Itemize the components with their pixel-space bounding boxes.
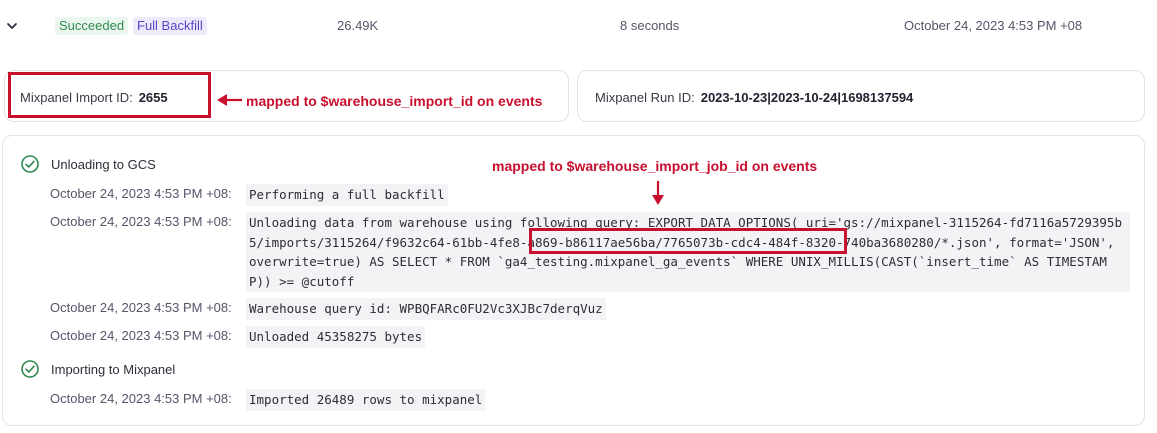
chevron-down-icon[interactable]	[5, 19, 19, 33]
run-summary-row[interactable]: Succeeded Full Backfill 26.49K 8 seconds…	[0, 0, 1157, 52]
log-message: Warehouse query id: WPBQFARc0FU2Vc3XJBc7…	[246, 298, 606, 320]
log-timestamp: October 24, 2023 4:53 PM +08:	[50, 214, 232, 229]
log-timestamp: October 24, 2023 4:53 PM +08:	[50, 300, 232, 315]
log-timestamp: October 24, 2023 4:53 PM +08:	[50, 391, 232, 406]
log-message-query: Unloading data from warehouse using foll…	[246, 212, 1130, 292]
log-timestamp: October 24, 2023 4:53 PM +08:	[50, 186, 232, 201]
import-id-label: Mixpanel Import ID:	[20, 90, 133, 105]
rows-count: 26.49K	[337, 18, 379, 33]
run-duration: 8 seconds	[620, 18, 680, 33]
red-arrow-icon	[217, 94, 242, 106]
step-title-unloading: Unloading to GCS	[51, 157, 156, 172]
status-badge: Succeeded	[55, 17, 129, 35]
import-id-value: 2655	[138, 90, 168, 105]
run-id-label: Mixpanel Run ID:	[595, 90, 695, 105]
run-id: Mixpanel Run ID: 2023-10-23|2023-10-24|16…	[595, 90, 913, 105]
run-type-badge: Full Backfill	[133, 17, 207, 35]
check-circle-icon	[21, 360, 39, 378]
red-arrow-icon	[652, 181, 664, 205]
step-title-importing: Importing to Mixpanel	[51, 362, 176, 377]
log-message: Performing a full backfill	[246, 184, 448, 206]
log-message: Imported 26489 rows to mixpanel	[246, 389, 486, 411]
import-id-annotation: mapped to $warehouse_import_id on events	[246, 93, 543, 109]
log-message: Unloaded 45358275 bytes	[246, 326, 426, 348]
import-id: Mixpanel Import ID: 2655	[20, 90, 168, 105]
job-id-annotation: mapped to $warehouse_import_job_id on ev…	[492, 158, 818, 174]
run-id-card: Mixpanel Run ID: 2023-10-23|2023-10-24|16…	[577, 70, 1145, 122]
check-circle-icon	[21, 155, 39, 173]
run-id-value: 2023-10-23|2023-10-24|1698137594	[700, 90, 914, 105]
log-timestamp: October 24, 2023 4:53 PM +08:	[50, 328, 232, 343]
run-timestamp: October 24, 2023 4:53 PM +08	[904, 18, 1083, 33]
